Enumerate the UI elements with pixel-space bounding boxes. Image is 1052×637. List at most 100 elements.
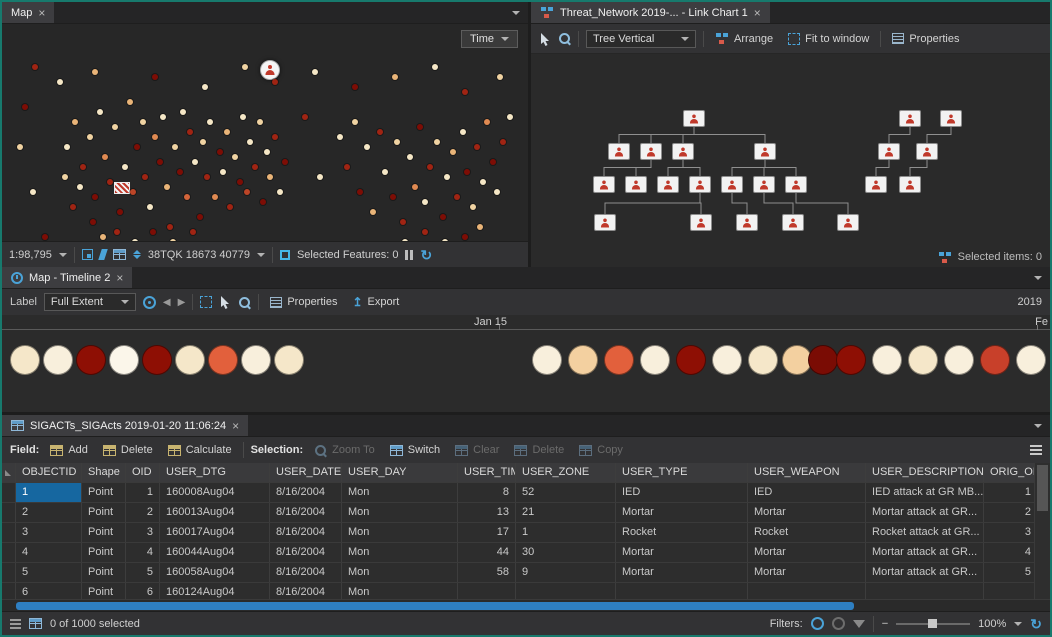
table-cell[interactable]: 5 xyxy=(16,563,82,582)
table-cell[interactable]: 13 xyxy=(458,503,516,522)
row-selector[interactable] xyxy=(2,483,16,502)
table-cell[interactable]: Point xyxy=(82,523,126,542)
table-cell[interactable]: Mortar attack at GR... xyxy=(866,543,984,562)
attribute-table-icon[interactable] xyxy=(112,249,126,260)
table-cell[interactable]: 160124Aug04 xyxy=(160,583,270,599)
tab-map[interactable]: Map × xyxy=(2,2,55,23)
fit-to-window-button[interactable]: Fit to window xyxy=(784,31,873,47)
link-node[interactable] xyxy=(878,143,900,160)
tab-timeline[interactable]: Map - Timeline 2 × xyxy=(2,267,133,288)
link-node[interactable] xyxy=(593,176,615,193)
zoom-slider-thumb[interactable] xyxy=(928,618,938,628)
table-row[interactable]: 4 Point 4 160044Aug04 8/16/2004 Mon 44 30 Mortar… xyxy=(2,543,1034,563)
link-node[interactable] xyxy=(754,143,776,160)
table-cell[interactable]: Mortar xyxy=(748,543,866,562)
zoom-level[interactable]: 100% xyxy=(978,618,1006,630)
table-cell[interactable]: 1 xyxy=(16,483,82,502)
table-cell[interactable]: Rocket xyxy=(748,523,866,542)
close-icon[interactable]: × xyxy=(38,7,45,19)
link-chart-canvas[interactable] xyxy=(531,54,1050,247)
table-cell[interactable]: Point xyxy=(82,543,126,562)
link-node[interactable] xyxy=(689,176,711,193)
copy-button[interactable]: Copy xyxy=(575,442,627,458)
pause-icon[interactable] xyxy=(405,249,414,260)
table-cell[interactable]: IED xyxy=(616,483,748,502)
chevron-down-icon[interactable] xyxy=(256,252,265,257)
link-node[interactable] xyxy=(608,143,630,160)
zoom-out-icon[interactable]: − xyxy=(882,618,888,630)
table-cell[interactable]: Mon xyxy=(342,583,458,599)
table-row[interactable]: 6 Point 6 160124Aug04 8/16/2004 Mon xyxy=(2,583,1034,599)
filter-funnel-icon[interactable] xyxy=(852,619,865,628)
pointer-icon[interactable] xyxy=(219,295,231,309)
table-cell[interactable]: 1 xyxy=(126,483,160,502)
table-cell[interactable]: Point xyxy=(82,503,126,522)
add-field-button[interactable]: Add xyxy=(46,442,92,458)
table-cell[interactable] xyxy=(458,583,516,599)
table-cell[interactable]: Rocket attack at GR... xyxy=(866,523,984,542)
table-cell[interactable]: Mon xyxy=(342,503,458,522)
select-all-corner[interactable] xyxy=(2,463,16,482)
link-node[interactable] xyxy=(657,176,679,193)
row-selector[interactable] xyxy=(2,543,16,562)
column-header[interactable]: ORIG_OID xyxy=(984,463,1034,482)
row-selector[interactable] xyxy=(2,583,16,599)
table-cell[interactable]: Mon xyxy=(342,523,458,542)
table-cell[interactable]: 52 xyxy=(516,483,616,502)
records-menu-icon[interactable] xyxy=(10,618,21,629)
close-icon[interactable]: × xyxy=(116,272,123,284)
delete-selection-button[interactable]: Delete xyxy=(510,442,568,458)
zoom-slider[interactable] xyxy=(896,618,971,628)
link-node[interactable] xyxy=(594,214,616,231)
column-header[interactable]: USER_DTG xyxy=(160,463,270,482)
person-marker[interactable] xyxy=(260,60,280,80)
flash-icon[interactable] xyxy=(98,249,108,260)
chevron-down-icon[interactable] xyxy=(512,10,520,15)
link-node[interactable] xyxy=(736,214,758,231)
table-cell[interactable]: Point xyxy=(82,483,126,502)
link-node[interactable] xyxy=(899,110,921,127)
military-unit-marker[interactable] xyxy=(114,182,130,194)
tab-attribute-table[interactable]: SIGACTs_SIGActs 2019-01-20 11:06:24 × xyxy=(2,415,249,436)
label-button[interactable]: Label xyxy=(10,296,37,308)
table-cell[interactable]: 5 xyxy=(126,563,160,582)
column-header[interactable]: USER_DAY xyxy=(342,463,458,482)
calculate-button[interactable]: Calculate xyxy=(164,442,236,458)
zoom-to-button[interactable]: Zoom To xyxy=(310,442,379,459)
table-cell[interactable]: 1 xyxy=(984,483,1034,502)
link-node[interactable] xyxy=(721,176,743,193)
fit-icon[interactable] xyxy=(200,296,213,308)
switch-selection-button[interactable]: Switch xyxy=(386,442,444,458)
play-icon[interactable] xyxy=(142,295,156,309)
table-cell[interactable]: 1 xyxy=(516,523,616,542)
table-row[interactable]: 3 Point 3 160017Aug04 8/16/2004 Mon 17 1 Rocket R… xyxy=(2,523,1034,543)
column-header[interactable]: USER_TYPE xyxy=(616,463,748,482)
row-selector[interactable] xyxy=(2,523,16,542)
table-cell[interactable] xyxy=(866,583,984,599)
range-filter-icon[interactable] xyxy=(831,617,845,630)
table-cell[interactable]: 21 xyxy=(516,503,616,522)
link-node[interactable] xyxy=(837,214,859,231)
column-header[interactable]: OID xyxy=(126,463,160,482)
table-cell[interactable]: 17 xyxy=(458,523,516,542)
link-node[interactable] xyxy=(785,176,807,193)
table-cell[interactable]: 3 xyxy=(984,523,1034,542)
table-cell[interactable]: 8/16/2004 xyxy=(270,523,342,542)
delete-field-button[interactable]: Delete xyxy=(99,442,157,458)
link-node[interactable] xyxy=(916,143,938,160)
table-cell[interactable]: IED xyxy=(748,483,866,502)
time-filter-icon[interactable] xyxy=(810,617,824,630)
table-cell[interactable]: Point xyxy=(82,583,126,599)
table-row[interactable]: 2 Point 2 160013Aug04 8/16/2004 Mon 13 21 Mortar… xyxy=(2,503,1034,523)
link-node[interactable] xyxy=(940,110,962,127)
table-cell[interactable]: 2 xyxy=(16,503,82,522)
link-node[interactable] xyxy=(640,143,662,160)
column-header[interactable]: USER_DATE_ xyxy=(270,463,342,482)
zoom-icon[interactable] xyxy=(238,296,251,309)
table-cell[interactable]: 4 xyxy=(126,543,160,562)
table-cell[interactable]: Mon xyxy=(342,483,458,502)
table-cell[interactable]: 8/16/2004 xyxy=(270,503,342,522)
table-cell[interactable]: 58 xyxy=(458,563,516,582)
select-features-icon[interactable] xyxy=(81,249,93,260)
column-header[interactable]: USER_WEAPON xyxy=(748,463,866,482)
